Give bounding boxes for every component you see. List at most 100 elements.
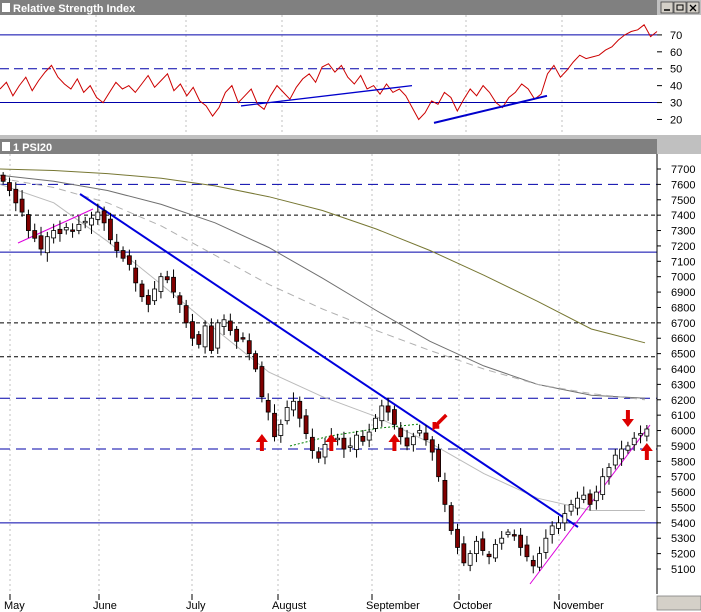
price-tick-label-6700: 6700: [671, 318, 695, 330]
candle-body-2: [13, 188, 19, 204]
candle-body-80: [505, 531, 511, 535]
candle-body-101: [638, 433, 643, 436]
candle-body-5: [32, 230, 38, 239]
candle-body-47: [297, 400, 303, 419]
price-tick-label-6800: 6800: [671, 302, 695, 314]
rsi-tick-label-50: 50: [670, 64, 682, 76]
candle-body-82: [518, 534, 524, 548]
price-tick-label-7100: 7100: [671, 256, 695, 268]
candle-body-12: [76, 223, 82, 231]
rsi-title-marker: [2, 3, 10, 12]
candle-body-4: [25, 214, 31, 231]
candle-body-35: [221, 319, 227, 327]
candle-body-85: [537, 553, 542, 568]
rsi-tick-label-60: 60: [670, 47, 682, 59]
candle-body-51: [322, 443, 328, 458]
price-tick-label-5800: 5800: [671, 456, 695, 468]
rsi-tick-label-20: 20: [670, 114, 682, 126]
candle-body-93: [587, 493, 593, 505]
candle-body-43: [272, 412, 277, 438]
candle-body-28: [177, 295, 183, 305]
candle-body-53: [335, 437, 341, 441]
candle-body-0: [0, 174, 6, 182]
candle-body-26: [164, 276, 170, 281]
candle-body-1: [7, 182, 12, 191]
x-tick-label-september: September: [366, 600, 420, 612]
minimize-button[interactable]: [660, 1, 674, 14]
candle-body-29: [183, 305, 189, 324]
candle-body-27: [171, 276, 176, 293]
candle-body-23: [145, 295, 151, 305]
price-tick-label-5100: 5100: [671, 564, 695, 576]
candle-body-71: [448, 505, 454, 531]
candle-body-75: [474, 540, 479, 555]
price-tick-label-7000: 7000: [671, 272, 695, 284]
rsi-title: Relative Strength Index: [13, 3, 136, 15]
price-tick-label-5900: 5900: [671, 441, 695, 453]
candle-body-13: [82, 220, 88, 224]
candle-body-96: [606, 467, 612, 478]
candle-body-32: [202, 325, 208, 348]
candle-body-50: [316, 451, 322, 459]
candle-body-44: [278, 423, 284, 436]
candle-body-102: [644, 428, 650, 437]
horizontal-scrollbar[interactable]: [656, 595, 701, 611]
candle-body-19: [120, 250, 126, 259]
price-tick-label-7200: 7200: [671, 241, 695, 253]
price-tick-label-6200: 6200: [671, 395, 695, 407]
candle-body-68: [429, 439, 435, 453]
price-tick-label-7600: 7600: [671, 179, 695, 191]
price-tick-label-6000: 6000: [671, 426, 695, 438]
candle-body-87: [549, 525, 555, 535]
candle-body-61: [385, 405, 391, 413]
restore-button[interactable]: [673, 1, 687, 14]
candle-body-89: [562, 513, 568, 524]
candle-body-95: [600, 476, 606, 495]
x-tick-label-october: October: [453, 600, 492, 612]
candle-71: [448, 502, 454, 535]
candle-body-100: [631, 437, 637, 446]
candle-body-59: [373, 417, 378, 429]
candle-body-86: [543, 537, 549, 553]
price-title: 1 PSI20: [13, 142, 52, 154]
candle-41: [259, 361, 265, 403]
candle-body-7: [44, 236, 50, 254]
candle-body-79: [499, 537, 505, 544]
candle-body-49: [309, 436, 315, 451]
price-tick-label-6400: 6400: [671, 364, 695, 376]
candle-body-66: [417, 430, 423, 434]
price-tick-label-6300: 6300: [671, 379, 695, 391]
candle-body-70: [442, 479, 448, 505]
price-title-marker: [2, 142, 10, 151]
candle-body-90: [568, 503, 574, 512]
candle-body-88: [556, 522, 561, 529]
candle-body-3: [19, 198, 25, 213]
candle-body-30: [190, 321, 195, 339]
rsi-tick-label-70: 70: [670, 30, 682, 42]
x-tick-label-november: November: [553, 600, 604, 612]
x-tick-label-july: July: [186, 600, 206, 612]
price-tick-label-7400: 7400: [671, 210, 695, 222]
x-tick-label-august: August: [272, 600, 306, 612]
candle-body-10: [63, 227, 69, 231]
candle-body-62: [392, 409, 397, 425]
price-tick-label-5600: 5600: [671, 487, 695, 499]
price-pane: 1 PSI20 7700 7600 7500 7400 7300 7200 7100 7000…: [0, 139, 701, 612]
candle-body-98: [619, 448, 625, 460]
candle-body-41: [259, 366, 265, 398]
candle-body-77: [486, 553, 492, 558]
candle-body-31: [196, 334, 202, 345]
pane-window-controls[interactable]: [660, 1, 700, 14]
candle-body-45: [284, 407, 290, 422]
candle-body-58: [366, 431, 372, 441]
candle-body-25: [158, 276, 164, 292]
candle-body-94: [593, 491, 599, 502]
candle-body-14: [89, 217, 94, 226]
candle-body-55: [347, 445, 353, 448]
candle-body-67: [423, 432, 429, 441]
price-tick-label-6100: 6100: [671, 410, 695, 422]
candle-body-46: [291, 400, 296, 411]
candle-body-18: [114, 241, 120, 251]
candle-body-76: [480, 538, 486, 551]
price-tick-label-6500: 6500: [671, 349, 695, 361]
